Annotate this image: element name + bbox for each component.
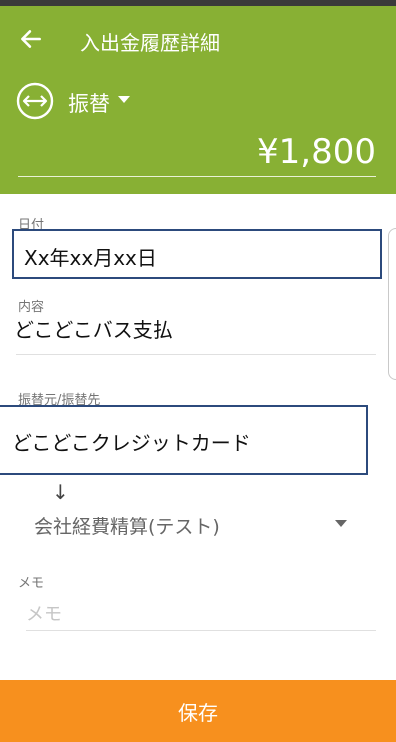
- content-label: 内容: [18, 300, 45, 315]
- transfer-from-value: どこどこクレジットカード: [12, 431, 251, 455]
- caret-down-icon[interactable]: [118, 96, 130, 103]
- amount-value[interactable]: ¥1,800: [257, 132, 376, 172]
- date-field[interactable]: Xx年xx月xx日: [12, 229, 382, 279]
- transfer-to-dropdown[interactable]: 会社経費精算(テスト): [34, 512, 220, 539]
- amount-underline: [18, 176, 376, 177]
- memo-label: メモ: [18, 576, 45, 591]
- save-button[interactable]: 保存: [0, 680, 396, 742]
- back-arrow-icon[interactable]: [18, 26, 44, 52]
- memo-underline: [26, 630, 376, 631]
- caret-down-icon[interactable]: [335, 520, 347, 527]
- memo-input[interactable]: メモ: [26, 600, 62, 626]
- app-header: 入出金履歴詳細 振替 ¥1,800: [0, 6, 396, 194]
- transaction-type-dropdown[interactable]: 振替: [68, 88, 110, 118]
- transfer-icon: [16, 82, 54, 120]
- content-input[interactable]: どこどこバス支払: [14, 314, 173, 343]
- page-title: 入出金履歴詳細: [80, 31, 220, 55]
- transfer-from-field[interactable]: どこどこクレジットカード: [0, 405, 368, 475]
- date-value: Xx年xx月xx日: [24, 246, 157, 270]
- side-scroll-handle[interactable]: [388, 228, 396, 380]
- arrow-down-icon: ↓: [52, 480, 69, 504]
- content-underline: [16, 354, 376, 355]
